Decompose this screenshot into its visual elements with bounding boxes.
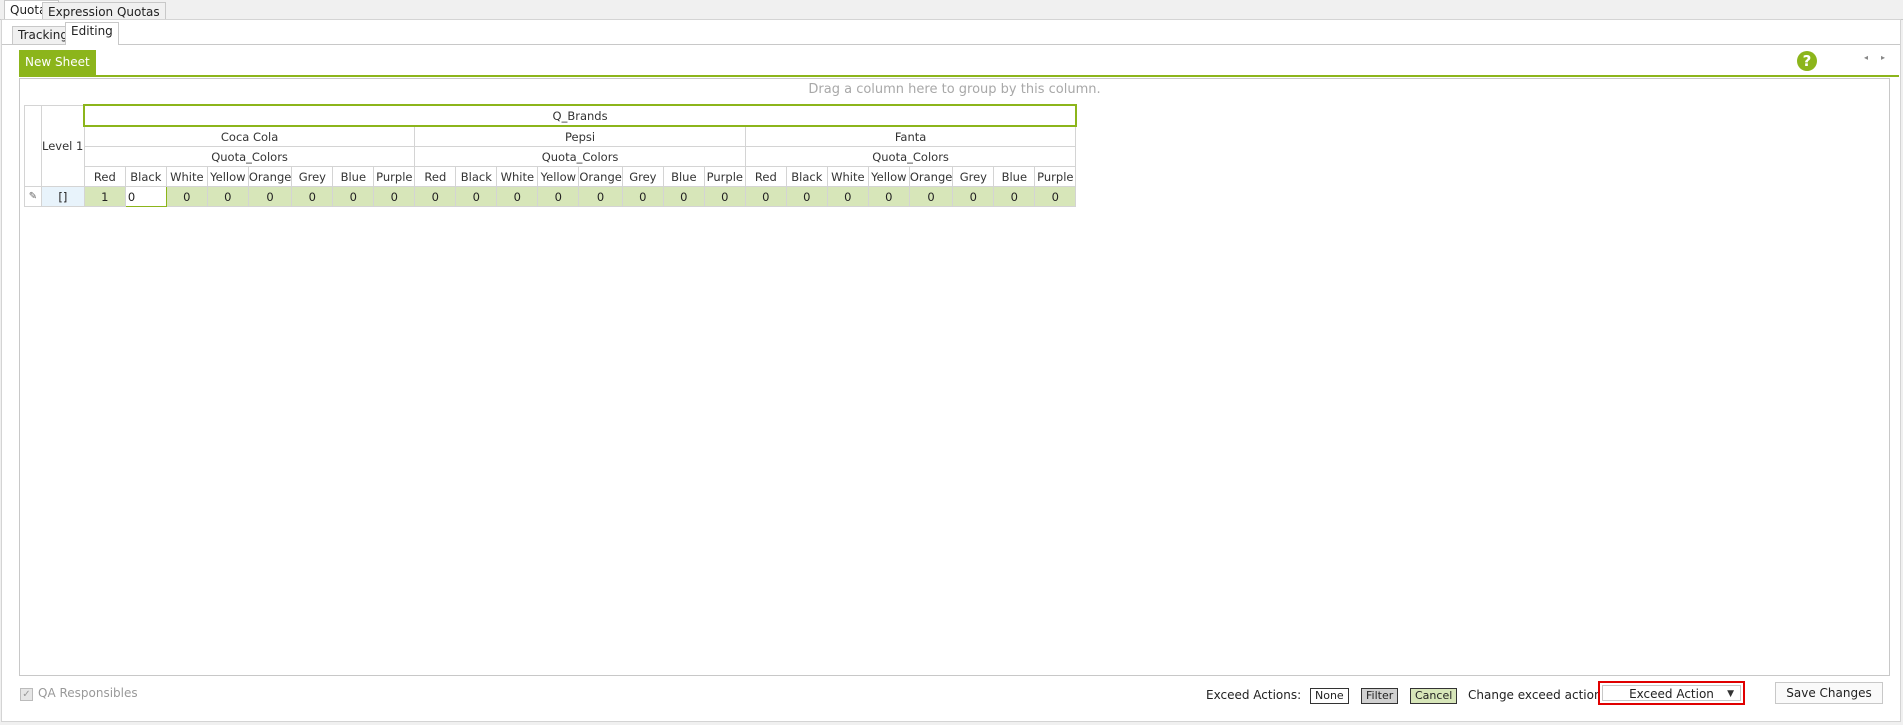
value-cell[interactable]: 0 — [621, 186, 664, 207]
color-column-header[interactable]: White — [165, 166, 208, 187]
value-cell[interactable]: 0 — [867, 186, 910, 207]
value-cell[interactable]: 0 — [496, 186, 539, 207]
value-cell[interactable]: 0 — [165, 186, 208, 207]
scroll-right-icon[interactable]: ▸ — [1881, 53, 1885, 62]
bottom-toolbar: ✓ QA Responsibles Exceed Actions: None F… — [2, 680, 1900, 720]
sheet-tab-new-sheet[interactable]: New Sheet — [19, 50, 96, 75]
tab-editing[interactable]: Editing — [65, 22, 119, 45]
brand-header[interactable]: Pepsi — [414, 125, 746, 147]
exceed-actions-label: Exceed Actions: — [1206, 688, 1302, 702]
editing-value-cell[interactable]: 0 — [124, 186, 167, 207]
color-column-header[interactable]: Orange — [247, 166, 293, 187]
quota-editor-frame: Tracking Editing New Sheet ? ◂ ▸ Drag a … — [1, 19, 1901, 722]
value-cell[interactable]: 0 — [537, 186, 580, 207]
exceed-action-cancel-chip: Cancel — [1410, 688, 1458, 704]
level-1-header[interactable]: Level 1 — [41, 104, 85, 187]
value-cell[interactable]: 0 — [414, 186, 457, 207]
value-cell[interactable]: 0 — [1034, 186, 1077, 207]
value-cell[interactable]: 1 — [83, 186, 126, 207]
color-column-header[interactable]: Purple — [703, 166, 746, 187]
row-key-cell[interactable]: [] — [41, 186, 85, 207]
value-cell[interactable]: 0 — [993, 186, 1036, 207]
color-column-header[interactable]: Orange — [578, 166, 623, 187]
value-cell[interactable]: 0 — [952, 186, 995, 207]
color-column-header[interactable]: Black — [124, 166, 167, 187]
color-column-header[interactable]: Red — [83, 166, 126, 187]
value-cell[interactable]: 0 — [206, 186, 249, 207]
sub-tab-strip: Tracking Editing — [2, 20, 1900, 45]
quota-colors-header[interactable]: Quota_Colors — [414, 146, 746, 167]
value-cell[interactable]: 0 — [578, 186, 623, 207]
scroll-left-icon[interactable]: ◂ — [1864, 53, 1868, 62]
color-column-header[interactable]: Purple — [373, 166, 416, 187]
value-cell[interactable]: 0 — [247, 186, 293, 207]
value-cell[interactable]: 0 — [826, 186, 869, 207]
value-cell[interactable]: 0 — [373, 186, 416, 207]
chevron-down-icon[interactable]: ▼ — [1727, 686, 1734, 702]
value-cell[interactable]: 0 — [291, 186, 334, 207]
value-cell[interactable]: 0 — [785, 186, 828, 207]
exceed-action-select-value: Exceed Action — [1629, 687, 1714, 701]
color-column-header[interactable]: Black — [455, 166, 498, 187]
color-column-header[interactable]: Purple — [1034, 166, 1077, 187]
value-cell[interactable]: 0 — [662, 186, 705, 207]
color-column-header[interactable]: Yellow — [206, 166, 249, 187]
row-indicator-header — [24, 104, 42, 187]
qa-responsibles-label: QA Responsibles — [38, 686, 138, 700]
qa-responsibles-checkbox[interactable]: ✓ — [20, 688, 33, 701]
save-changes-button[interactable]: Save Changes — [1775, 682, 1883, 704]
help-icon[interactable]: ? — [1797, 51, 1817, 71]
quota-colors-header[interactable]: Quota_Colors — [744, 146, 1077, 167]
group-by-drop-area[interactable]: Drag a column here to group by this colu… — [20, 79, 1889, 101]
color-column-header[interactable]: Grey — [291, 166, 334, 187]
tab-expression-quotas[interactable]: Expression Quotas — [42, 2, 166, 19]
value-cell[interactable]: 0 — [908, 186, 954, 207]
value-cell[interactable]: 0 — [703, 186, 746, 207]
q-brands-header[interactable]: Q_Brands — [83, 104, 1077, 127]
color-column-header[interactable]: Yellow — [867, 166, 910, 187]
pencil-icon: ✎ — [24, 186, 42, 207]
table-row: ✎[] 1 0 0 0 0 0 0 0 0 0 0 0 0 0 0 0 0 0 0 0 0 0 0 0 — [24, 186, 1077, 207]
color-column-header[interactable]: Blue — [662, 166, 705, 187]
color-column-header[interactable]: White — [826, 166, 869, 187]
value-cell[interactable]: 0 — [455, 186, 498, 207]
color-column-header[interactable]: Orange — [908, 166, 954, 187]
brand-header[interactable]: Fanta — [744, 125, 1077, 147]
exceed-action-none-chip: None — [1310, 688, 1349, 704]
exceed-action-filter-chip: Filter — [1361, 688, 1399, 704]
color-column-header[interactable]: Blue — [332, 166, 375, 187]
quota-grid: Level 1 Q_Brands Coca Cola Pepsi Fanta Quo… — [24, 104, 1077, 207]
exceed-action-select[interactable]: Exceed Action ▼ — [1598, 681, 1745, 705]
quota-colors-header[interactable]: Quota_Colors — [83, 146, 416, 167]
color-column-header[interactable]: Grey — [952, 166, 995, 187]
color-column-header[interactable]: Black — [785, 166, 828, 187]
color-column-header[interactable]: Grey — [621, 166, 664, 187]
color-column-header[interactable]: Yellow — [537, 166, 580, 187]
color-column-header[interactable]: Blue — [993, 166, 1036, 187]
quota-grid-panel: Drag a column here to group by this colu… — [19, 78, 1890, 676]
sheet-tab-underline — [19, 75, 1899, 77]
value-cell[interactable]: 0 — [744, 186, 787, 207]
color-column-header[interactable]: Red — [414, 166, 457, 187]
top-tab-strip: Quotas Expression Quotas — [0, 0, 1903, 20]
value-cell[interactable]: 0 — [332, 186, 375, 207]
color-column-header[interactable]: Red — [744, 166, 787, 187]
color-column-header[interactable]: White — [496, 166, 539, 187]
brand-header[interactable]: Coca Cola — [83, 125, 416, 147]
